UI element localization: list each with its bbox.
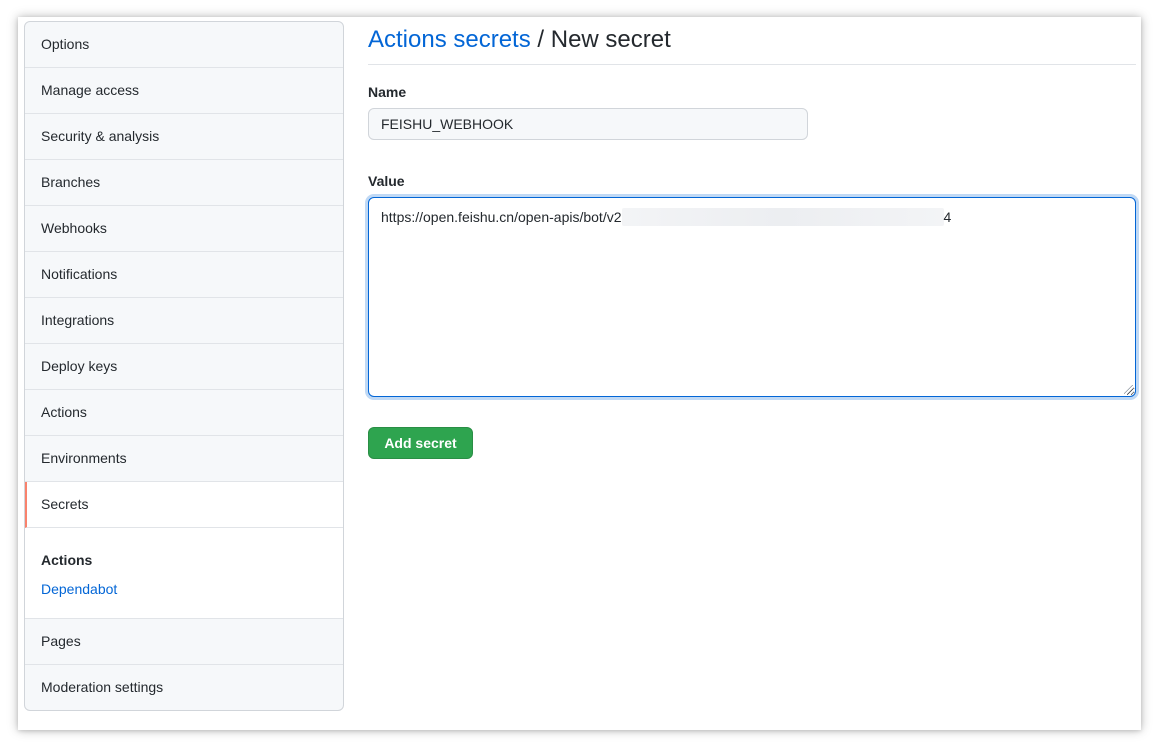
name-label: Name [368, 84, 407, 100]
subnav-link-dependabot[interactable]: Dependabot [41, 580, 327, 598]
sidebar-item-notifications[interactable]: Notifications [25, 252, 343, 298]
sidebar-item-branches[interactable]: Branches [25, 160, 343, 206]
secret-value-prefix: https://open.feishu.cn/open-apis/bot/v2 [381, 209, 622, 225]
sidebar-item-actions[interactable]: Actions [25, 390, 343, 436]
sidebar-item-manage-access[interactable]: Manage access [25, 68, 343, 114]
sidebar-item-integrations[interactable]: Integrations [25, 298, 343, 344]
main-content: Actions secrets / New secret Name FEISHU… [368, 17, 1136, 730]
value-label: Value [368, 173, 405, 189]
secrets-subnav: Actions Dependabot [25, 528, 343, 619]
settings-window: Options Manage access Security & analysi… [18, 17, 1141, 730]
secret-value-suffix: 4 [943, 209, 952, 225]
sidebar-item-moderation-settings[interactable]: Moderation settings [25, 665, 343, 710]
add-secret-button[interactable]: Add secret [368, 427, 473, 459]
breadcrumb-link-actions-secrets[interactable]: Actions secrets [368, 26, 531, 53]
settings-sidebar: Options Manage access Security & analysi… [24, 21, 344, 711]
page-title: Actions secrets / New secret [368, 25, 1136, 65]
sidebar-item-pages[interactable]: Pages [25, 619, 343, 665]
sidebar-item-webhooks[interactable]: Webhooks [25, 206, 343, 252]
secret-value-text: https://open.feishu.cn/open-apis/bot/v2 4 [381, 208, 952, 226]
secret-name-input[interactable]: FEISHU_WEBHOOK [368, 108, 808, 140]
breadcrumb-current: New secret [550, 26, 671, 53]
redacted-region [621, 208, 944, 226]
sidebar-item-security-analysis[interactable]: Security & analysis [25, 114, 343, 160]
sidebar-item-deploy-keys[interactable]: Deploy keys [25, 344, 343, 390]
subnav-item-actions: Actions [41, 552, 93, 568]
sidebar-item-environments[interactable]: Environments [25, 436, 343, 482]
sidebar-item-options[interactable]: Options [25, 22, 343, 68]
breadcrumb-separator: / [530, 26, 551, 53]
sidebar-item-secrets[interactable]: Secrets [25, 482, 343, 528]
secret-value-textarea[interactable]: https://open.feishu.cn/open-apis/bot/v2 4 [368, 197, 1136, 397]
resize-handle-icon[interactable] [1124, 385, 1133, 394]
